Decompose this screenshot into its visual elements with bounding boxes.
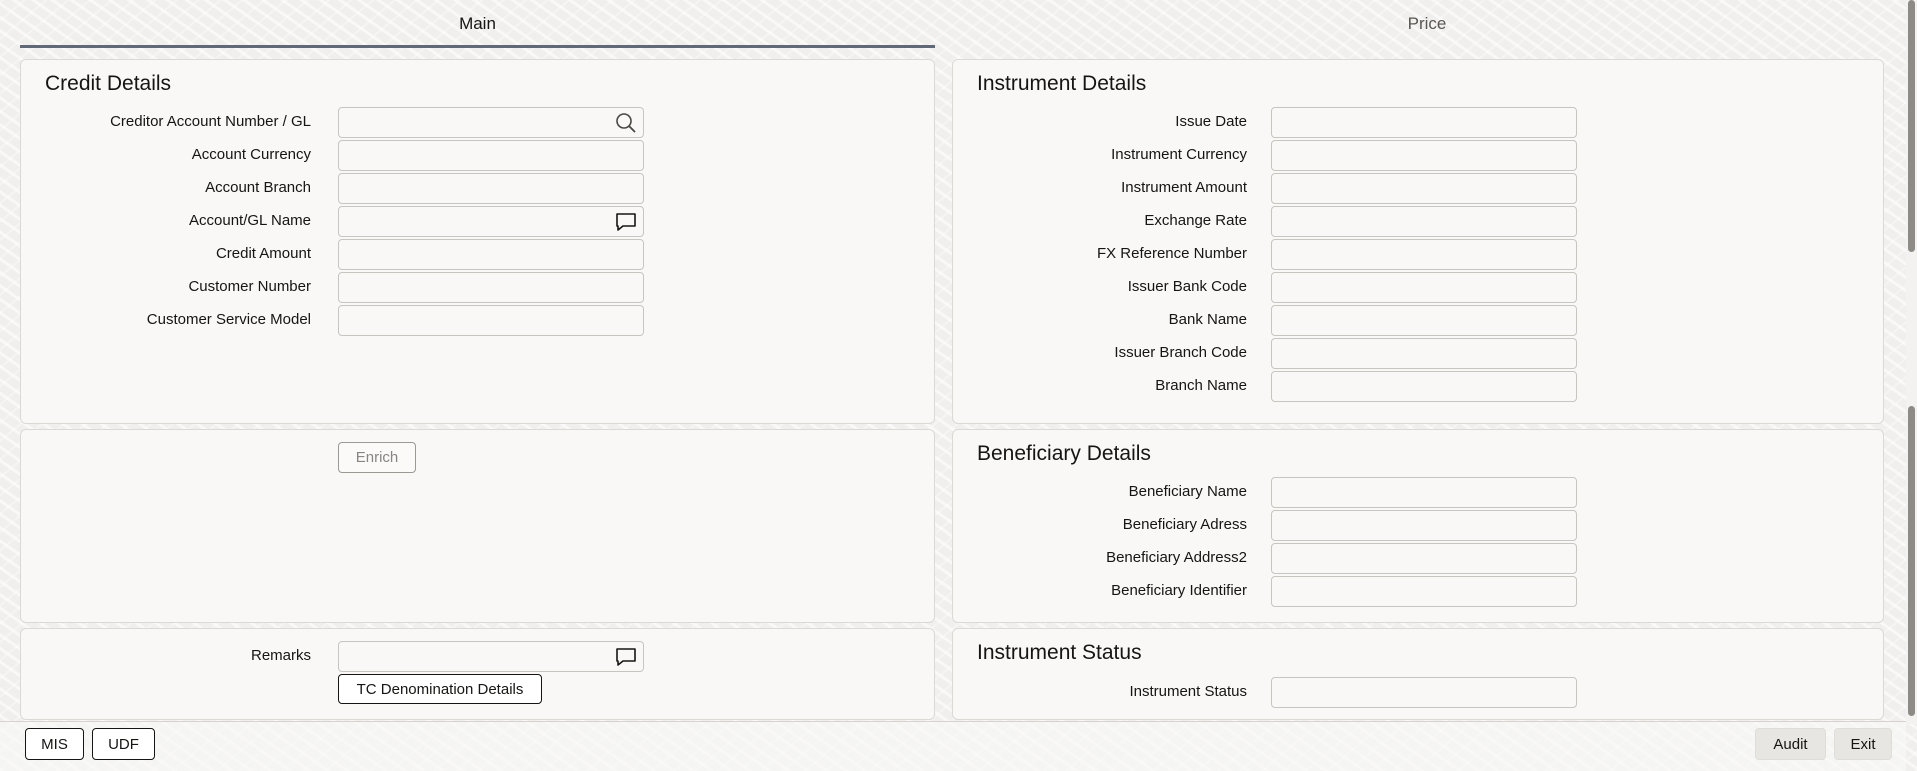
- bank-name-input[interactable]: [1271, 305, 1577, 336]
- bank-name-row: Bank Name: [953, 305, 1883, 336]
- credit-amount-label: Credit Amount: [215, 245, 311, 262]
- speech-bubble-icon[interactable]: [615, 646, 637, 668]
- account-gl-name-label: Account/GL Name: [189, 212, 311, 229]
- remarks-input[interactable]: [338, 641, 644, 672]
- creditor-account-row: Creditor Account Number / GL: [21, 107, 934, 138]
- exchange-rate-row: Exchange Rate: [953, 206, 1883, 237]
- account-currency-label: Account Currency: [191, 146, 311, 163]
- instrument-status-input[interactable]: [1271, 677, 1577, 708]
- credit-details-title: Credit Details: [45, 72, 172, 95]
- scrollbar-thumb-lower[interactable]: [1908, 406, 1915, 716]
- beneficiary-adress-input[interactable]: [1271, 510, 1577, 541]
- instrument-status-label: Instrument Status: [1129, 683, 1247, 700]
- issue-date-row: Issue Date: [953, 107, 1883, 138]
- beneficiary-adress-row: Beneficiary Adress: [953, 510, 1883, 541]
- instrument-amount-row: Instrument Amount: [953, 173, 1883, 204]
- customer-service-model-label: Customer Service Model: [146, 311, 311, 328]
- account-gl-name-input[interactable]: [338, 206, 644, 237]
- customer-number-label: Customer Number: [188, 278, 311, 295]
- account-branch-input[interactable]: [338, 173, 644, 204]
- instrument-currency-label: Instrument Currency: [1111, 146, 1247, 163]
- beneficiary-identifier-row: Beneficiary Identifier: [953, 576, 1883, 607]
- tc-denomination-details-button[interactable]: TC Denomination Details: [338, 674, 542, 704]
- instrument-details-panel: Instrument Details Issue Date Instrument…: [952, 59, 1884, 424]
- instrument-amount-label: Instrument Amount: [1121, 179, 1247, 196]
- instrument-status-title: Instrument Status: [977, 641, 1142, 664]
- bank-name-label: Bank Name: [1168, 311, 1247, 328]
- issuer-bank-code-input[interactable]: [1271, 272, 1577, 303]
- audit-button[interactable]: Audit: [1755, 728, 1826, 760]
- beneficiary-adress-label: Beneficiary Adress: [1122, 516, 1247, 533]
- credit-details-panel: Credit Details Creditor Account Number /…: [20, 59, 935, 424]
- customer-number-row: Customer Number: [21, 272, 934, 303]
- exit-button[interactable]: Exit: [1834, 728, 1892, 760]
- beneficiary-name-label: Beneficiary Name: [1128, 483, 1247, 500]
- issue-date-input[interactable]: [1271, 107, 1577, 138]
- beneficiary-address2-input[interactable]: [1271, 543, 1577, 574]
- beneficiary-identifier-label: Beneficiary Identifier: [1111, 582, 1247, 599]
- vertical-scrollbar[interactable]: [1906, 0, 1917, 724]
- issuer-bank-code-label: Issuer Bank Code: [1127, 278, 1247, 295]
- remarks-label: Remarks: [250, 647, 311, 664]
- remarks-row: Remarks: [21, 641, 934, 672]
- exchange-rate-input[interactable]: [1271, 206, 1577, 237]
- branch-name-input[interactable]: [1271, 371, 1577, 402]
- customer-service-model-row: Customer Service Model: [21, 305, 934, 336]
- credit-amount-input[interactable]: [338, 239, 644, 270]
- credit-amount-row: Credit Amount: [21, 239, 934, 270]
- beneficiary-details-title: Beneficiary Details: [977, 442, 1151, 465]
- account-branch-row: Account Branch: [21, 173, 934, 204]
- instrument-currency-row: Instrument Currency: [953, 140, 1883, 171]
- account-currency-row: Account Currency: [21, 140, 934, 171]
- branch-name-label: Branch Name: [1155, 377, 1247, 394]
- mis-button[interactable]: MIS: [25, 728, 84, 760]
- tab-bar: Main Price: [20, 0, 1884, 48]
- account-branch-label: Account Branch: [205, 179, 311, 196]
- footer-bar: MIS UDF Audit Exit: [0, 721, 1906, 771]
- creditor-account-input[interactable]: [338, 107, 644, 138]
- issuer-branch-code-input[interactable]: [1271, 338, 1577, 369]
- instrument-details-title: Instrument Details: [977, 72, 1147, 95]
- enrich-button[interactable]: Enrich: [338, 442, 416, 473]
- customer-number-input[interactable]: [338, 272, 644, 303]
- account-gl-name-row: Account/GL Name: [21, 206, 934, 237]
- branch-name-row: Branch Name: [953, 371, 1883, 402]
- issuer-bank-code-row: Issuer Bank Code: [953, 272, 1883, 303]
- instrument-currency-input[interactable]: [1271, 140, 1577, 171]
- customer-service-model-input[interactable]: [338, 305, 644, 336]
- beneficiary-name-input[interactable]: [1271, 477, 1577, 508]
- creditor-account-label: Creditor Account Number / GL: [110, 113, 311, 130]
- instrument-amount-input[interactable]: [1271, 173, 1577, 204]
- tab-price[interactable]: Price: [970, 0, 1884, 48]
- remarks-panel: Remarks TC Denomination Details: [20, 628, 935, 720]
- instrument-status-panel: Instrument Status Instrument Status: [952, 628, 1884, 720]
- exchange-rate-label: Exchange Rate: [1144, 212, 1247, 229]
- scrollbar-thumb-upper[interactable]: [1908, 0, 1915, 252]
- beneficiary-details-panel: Beneficiary Details Beneficiary Name Ben…: [952, 429, 1884, 623]
- account-currency-input[interactable]: [338, 140, 644, 171]
- enrich-panel: Enrich: [20, 429, 935, 623]
- beneficiary-address2-label: Beneficiary Address2: [1106, 549, 1247, 566]
- beneficiary-identifier-input[interactable]: [1271, 576, 1577, 607]
- issuer-branch-code-label: Issuer Branch Code: [1114, 344, 1247, 361]
- search-icon[interactable]: [615, 112, 637, 134]
- instrument-status-row: Instrument Status: [953, 677, 1883, 708]
- issue-date-label: Issue Date: [1175, 113, 1247, 130]
- beneficiary-name-row: Beneficiary Name: [953, 477, 1883, 508]
- speech-bubble-icon[interactable]: [615, 211, 637, 233]
- udf-button[interactable]: UDF: [92, 728, 155, 760]
- fx-reference-number-input[interactable]: [1271, 239, 1577, 270]
- fx-reference-number-row: FX Reference Number: [953, 239, 1883, 270]
- issuer-branch-code-row: Issuer Branch Code: [953, 338, 1883, 369]
- tab-main[interactable]: Main: [20, 0, 935, 48]
- fx-reference-number-label: FX Reference Number: [1096, 245, 1247, 262]
- beneficiary-address2-row: Beneficiary Address2: [953, 543, 1883, 574]
